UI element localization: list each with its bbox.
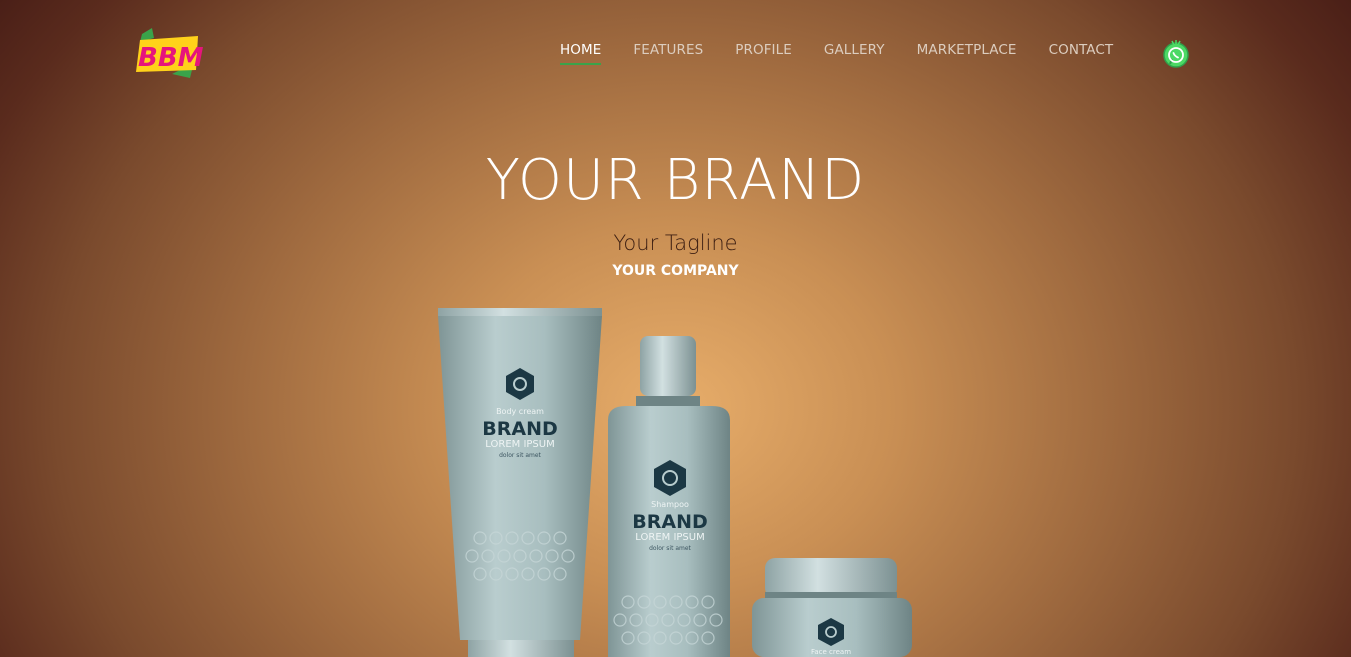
product-illustration: Body cream BRAND LOREM IPSUM dolor sit a… <box>438 308 912 657</box>
logo-text: BBM <box>138 43 204 73</box>
whatsapp-icon[interactable] <box>1160 38 1192 70</box>
nav-contact[interactable]: CONTACT <box>1049 41 1114 65</box>
brand-logo[interactable]: BBM <box>134 28 204 80</box>
bottle-lorem-label: LOREM IPSUM <box>635 532 704 543</box>
nav-features[interactable]: FEATURES <box>633 41 703 65</box>
tube-brand-label: BRAND <box>482 418 558 440</box>
main-nav: HOME FEATURES PROFILE GALLERY MARKETPLAC… <box>560 41 1145 65</box>
bottle-sub-label: dolor sit amet <box>649 545 691 552</box>
tube-sub-label: dolor sit amet <box>499 452 541 459</box>
nav-profile[interactable]: PROFILE <box>735 41 792 65</box>
body-cream-tube: Body cream BRAND LOREM IPSUM dolor sit a… <box>438 308 602 657</box>
tube-lorem-label: LOREM IPSUM <box>485 439 554 450</box>
jar-type-label: Face cream <box>811 648 851 656</box>
nav-home[interactable]: HOME <box>560 41 602 65</box>
hero-tagline: Your Tagline <box>613 231 738 255</box>
nav-gallery[interactable]: GALLERY <box>824 41 885 65</box>
hero-company: YOUR COMPANY <box>612 263 739 279</box>
hero-title: YOUR BRAND <box>485 148 866 213</box>
bottle-brand-label: BRAND <box>632 511 708 533</box>
nav-marketplace[interactable]: MARKETPLACE <box>917 41 1017 65</box>
tube-type-label: Body cream <box>496 407 544 416</box>
face-cream-jar: Face cream <box>752 558 912 657</box>
shampoo-bottle: Shampoo BRAND LOREM IPSUM dolor sit amet <box>608 336 730 657</box>
bottle-type-label: Shampoo <box>651 500 689 509</box>
